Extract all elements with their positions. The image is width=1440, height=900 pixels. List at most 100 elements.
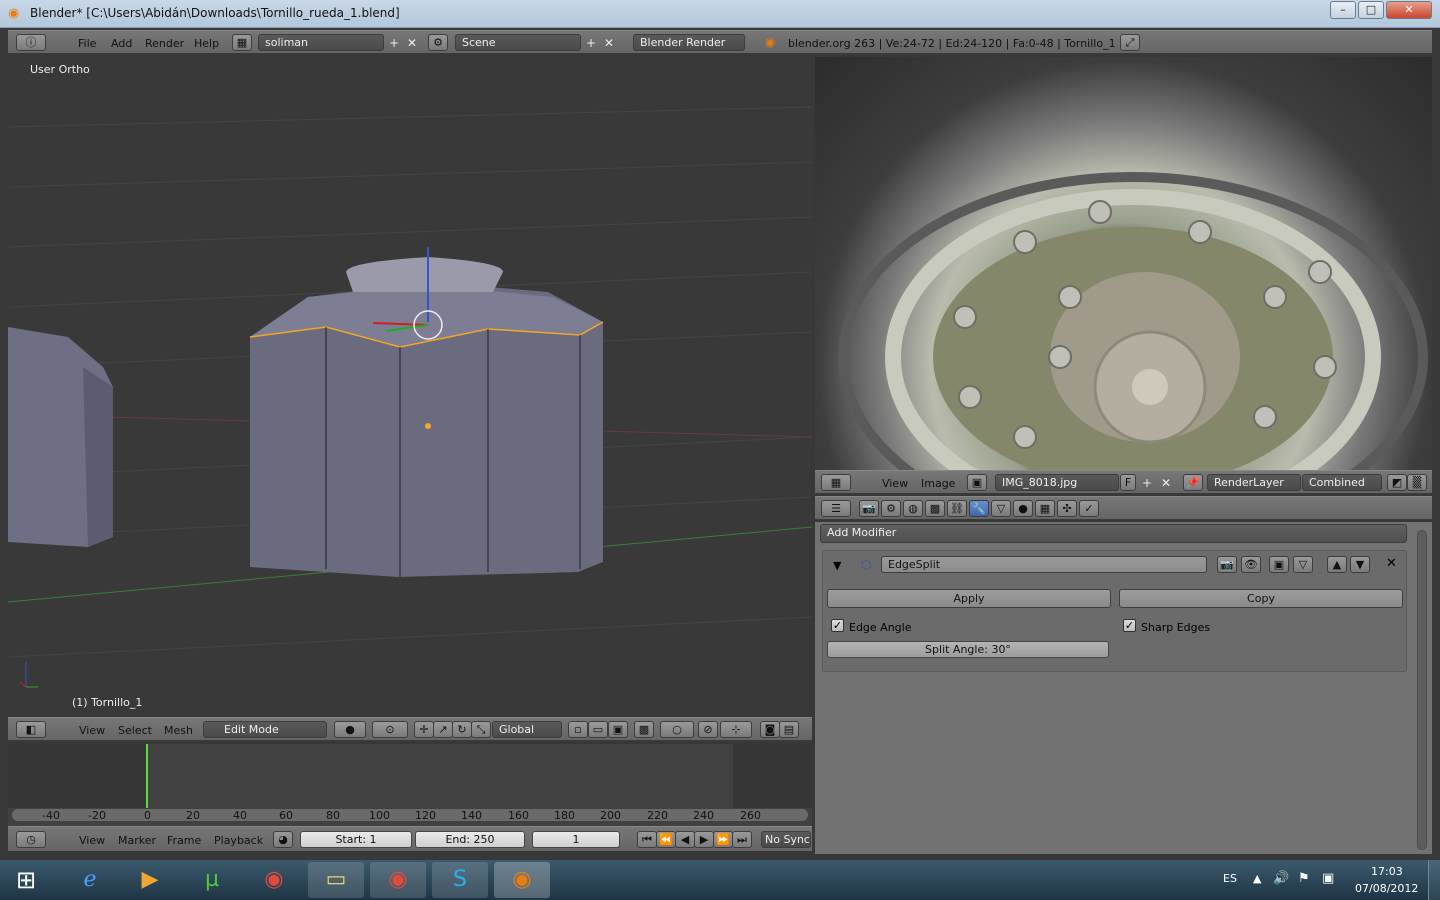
face-select-icon[interactable]: ▣ <box>608 721 628 738</box>
manipulator-icon[interactable]: ✛ <box>414 721 434 738</box>
snap-icon[interactable]: ⊘ <box>698 721 718 738</box>
close-button[interactable]: ✕ <box>1386 1 1432 19</box>
minimize-button[interactable]: – <box>1330 1 1356 19</box>
scale-icon[interactable]: ⤡ <box>471 721 491 738</box>
tab-texture-icon[interactable]: ▦ <box>1035 500 1055 517</box>
remove-scene-icon[interactable]: ✕ <box>601 35 617 51</box>
copy-button[interactable]: Copy <box>1119 589 1403 608</box>
occlude-icon[interactable]: ▩ <box>634 721 654 738</box>
editor-type-icon[interactable]: ◷ <box>16 831 46 848</box>
reference-image[interactable] <box>815 57 1432 470</box>
play-reverse-icon[interactable]: ◀ <box>675 831 695 848</box>
screen-layout-icon[interactable]: ▦ <box>232 34 252 51</box>
menu-playback[interactable]: Playback <box>214 834 263 847</box>
maximize-button[interactable]: □ <box>1358 1 1384 19</box>
sync-select[interactable]: No Sync <box>761 831 811 848</box>
editor-type-icon[interactable]: ▦ <box>821 474 851 491</box>
record-icon[interactable]: ◕ <box>273 831 293 848</box>
add-scene-icon[interactable]: + <box>583 35 599 51</box>
scene-field[interactable]: Scene <box>455 34 581 51</box>
tab-object-icon[interactable]: ▩ <box>925 500 945 517</box>
show-hidden-icons-icon[interactable]: ▲ <box>1253 872 1261 885</box>
fullscreen-icon[interactable]: ⤢ <box>1120 34 1140 51</box>
show-desktop-button[interactable] <box>1428 860 1440 900</box>
edge-select-icon[interactable]: ▭ <box>588 721 608 738</box>
properties-scrollbar[interactable] <box>1417 530 1427 850</box>
render-layer-select[interactable]: RenderLayer <box>1207 474 1301 491</box>
utorrent-icon[interactable]: µ <box>184 862 240 898</box>
jump-end-icon[interactable]: ⏭ <box>732 831 752 848</box>
next-key-icon[interactable]: ⏩ <box>713 831 733 848</box>
modifier-name-field[interactable]: EdgeSplit <box>881 556 1207 573</box>
split-angle-field[interactable]: Split Angle: 30° <box>827 641 1109 658</box>
clock-time[interactable]: 17:03 <box>1371 865 1403 878</box>
remove-modifier-icon[interactable]: ✕ <box>1386 556 1397 571</box>
snap-element-icon[interactable]: ⊹ <box>720 721 752 738</box>
menu-view[interactable]: View <box>79 724 105 737</box>
sharp-edges-checkbox[interactable]: ✓ <box>1123 619 1136 632</box>
clock-date[interactable]: 07/08/2012 <box>1355 882 1418 895</box>
menu-view[interactable]: View <box>79 834 105 847</box>
menu-mesh[interactable]: Mesh <box>164 724 193 737</box>
render-anim-icon[interactable]: ▤ <box>779 721 799 738</box>
play-icon[interactable]: ▶ <box>694 831 714 848</box>
tab-physics-icon[interactable]: ✓ <box>1079 500 1099 517</box>
editmode-toggle-icon[interactable]: ▣ <box>1269 556 1289 573</box>
move-up-icon[interactable]: ▲ <box>1327 556 1347 573</box>
3d-viewport[interactable]: User Ortho (1) Tornillo_1 <box>8 57 812 715</box>
timeline[interactable]: -40 -20 0 20 40 60 80 100 120 140 160 18… <box>8 744 812 826</box>
menu-add[interactable]: Add <box>111 37 132 50</box>
file-explorer-icon[interactable]: ▭ <box>308 862 364 898</box>
tab-scene-icon[interactable]: ⚙ <box>881 500 901 517</box>
apply-button[interactable]: Apply <box>827 589 1111 608</box>
jump-start-icon[interactable]: ⏮ <box>637 831 657 848</box>
skype-icon[interactable]: S <box>432 862 488 898</box>
tab-data-icon[interactable]: ▽ <box>991 500 1011 517</box>
editor-type-icon[interactable]: ◧ <box>16 721 46 738</box>
volume-icon[interactable]: 🔊 <box>1273 871 1289 886</box>
proportional-icon[interactable]: ○ <box>660 721 694 738</box>
menu-image[interactable]: Image <box>921 477 955 490</box>
alpha-icon[interactable]: ▒ <box>1407 474 1427 491</box>
editor-type-icon[interactable]: ☰ <box>821 500 851 517</box>
vertex-select-icon[interactable]: ▫ <box>568 721 588 738</box>
start-button[interactable]: ⊞ <box>0 862 52 898</box>
menu-file[interactable]: File <box>78 37 96 50</box>
add-screen-icon[interactable]: + <box>386 35 402 51</box>
render-pass-select[interactable]: Combined <box>1302 474 1382 491</box>
end-frame-field[interactable]: End: 250 <box>415 831 525 848</box>
chrome-window-icon[interactable]: ◉ <box>370 862 426 898</box>
tab-modifiers-icon[interactable]: 🔧 <box>969 500 989 517</box>
tab-render-icon[interactable]: 📷 <box>859 500 879 517</box>
pivot-icon[interactable]: ⊙ <box>372 721 408 738</box>
timeline-scrollbar[interactable] <box>12 809 808 821</box>
render-toggle-icon[interactable]: 📷 <box>1217 556 1237 573</box>
menu-help[interactable]: Help <box>194 37 219 50</box>
chrome-icon[interactable]: ◉ <box>246 862 302 898</box>
menu-view[interactable]: View <box>882 477 908 490</box>
image-browse-icon[interactable]: ▣ <box>967 474 987 491</box>
menu-frame[interactable]: Frame <box>167 834 201 847</box>
image-name-field[interactable]: IMG_8018.jpg <box>995 474 1119 491</box>
render-icon[interactable]: ◙ <box>760 721 780 738</box>
shading-icon[interactable]: ● <box>334 721 366 738</box>
edge-angle-checkbox[interactable]: ✓ <box>831 619 844 632</box>
collapse-arrow-icon[interactable]: ▼ <box>833 559 841 572</box>
mode-select[interactable]: Edit Mode <box>203 721 327 738</box>
screen-field[interactable]: soliman <box>258 34 384 51</box>
rotate-icon[interactable]: ↻ <box>452 721 472 738</box>
start-frame-field[interactable]: Start: 1 <box>300 831 412 848</box>
internet-explorer-icon[interactable]: ℯ <box>62 862 118 898</box>
tab-constraints-icon[interactable]: ⛓ <box>947 500 967 517</box>
translate-icon[interactable]: ↗ <box>433 721 453 738</box>
move-down-icon[interactable]: ▼ <box>1350 556 1370 573</box>
tab-world-icon[interactable]: ◍ <box>903 500 923 517</box>
media-player-icon[interactable]: ▶ <box>122 862 178 898</box>
tab-material-icon[interactable]: ● <box>1013 500 1033 517</box>
action-center-icon[interactable]: ⚑ <box>1298 871 1310 886</box>
editor-type-icon[interactable]: ⓘ <box>16 34 46 51</box>
render-engine-select[interactable]: Blender Render <box>633 34 745 51</box>
cage-toggle-icon[interactable]: ▽ <box>1293 556 1313 573</box>
menu-render[interactable]: Render <box>145 37 184 50</box>
prev-key-icon[interactable]: ⏪ <box>656 831 676 848</box>
